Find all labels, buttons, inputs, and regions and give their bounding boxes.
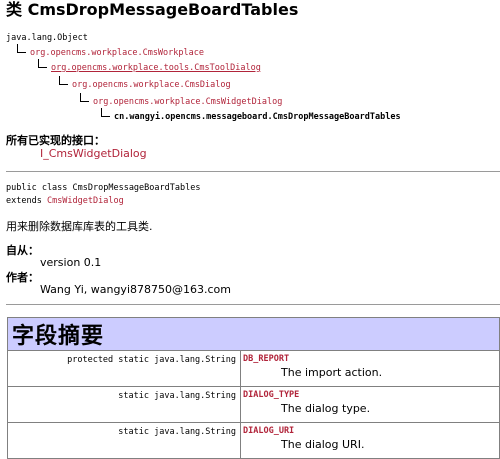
field-summary-title: 字段摘要 bbox=[7, 317, 500, 351]
hierarchy-connector bbox=[80, 93, 89, 102]
author-label: 作者： bbox=[6, 271, 39, 284]
extends-keyword: extends bbox=[6, 196, 47, 206]
hierarchy-connector bbox=[17, 44, 26, 53]
field-description: The dialog URI. bbox=[281, 438, 365, 451]
field-cell: DIALOG_TYPE The dialog type. bbox=[240, 386, 500, 423]
hierarchy-link-cmstooldialog[interactable]: org.opencms.workplace.tools.CmsToolDialo… bbox=[51, 63, 261, 73]
table-row: static java.lang.String DIALOG_TYPE The … bbox=[7, 386, 500, 423]
declaration-line: public class CmsDropMessageBoardTables bbox=[6, 183, 201, 193]
since-value: version 0.1 bbox=[40, 256, 102, 269]
table-row: protected static java.lang.String DB_REP… bbox=[7, 350, 500, 387]
field-cell: DB_REPORT The import action. bbox=[240, 350, 500, 387]
class-declaration: public class CmsDropMessageBoardTables bbox=[6, 183, 200, 193]
author-value: Wang Yi, wangyi878750@163.com bbox=[40, 283, 231, 296]
field-cell: DIALOG_URI The dialog URI. bbox=[240, 422, 500, 459]
hierarchy-connector bbox=[38, 59, 47, 68]
hierarchy-root: java.lang.Object bbox=[6, 33, 88, 43]
field-name-link[interactable]: DIALOG_TYPE bbox=[243, 390, 499, 400]
hierarchy-connector bbox=[101, 108, 110, 117]
field-modifier: static java.lang.String bbox=[7, 422, 241, 459]
field-description: The import action. bbox=[281, 366, 383, 379]
interfaces-label: 所有已实现的接口： bbox=[6, 134, 105, 147]
field-name-link[interactable]: DIALOG_URI bbox=[243, 426, 499, 436]
class-extends: extends CmsWidgetDialog bbox=[6, 196, 124, 206]
field-summary-table: 字段摘要 protected static java.lang.String D… bbox=[7, 317, 500, 459]
hierarchy-link-cmsworkplace[interactable]: org.opencms.workplace.CmsWorkplace bbox=[30, 48, 204, 58]
field-modifier: static java.lang.String bbox=[7, 386, 241, 423]
since-label: 自从： bbox=[6, 244, 39, 257]
hierarchy-current-class: cn.wangyi.opencms.messageboard.CmsDropMe… bbox=[114, 112, 401, 122]
hierarchy-link-cmsdialog[interactable]: org.opencms.workplace.CmsDialog bbox=[72, 80, 231, 90]
class-title: 类 CmsDropMessageBoardTables bbox=[6, 0, 299, 19]
class-description: 用来删除数据库库表的工具类. bbox=[6, 220, 153, 233]
field-modifier: protected static java.lang.String bbox=[7, 350, 241, 387]
field-description: The dialog type. bbox=[281, 402, 371, 415]
hierarchy-connector bbox=[59, 76, 68, 85]
divider bbox=[6, 171, 500, 172]
divider bbox=[6, 304, 500, 305]
parent-class-link[interactable]: CmsWidgetDialog bbox=[47, 196, 124, 206]
interface-link[interactable]: I_CmsWidgetDialog bbox=[40, 147, 147, 160]
hierarchy-link-cmswidgetdialog[interactable]: org.opencms.workplace.CmsWidgetDialog bbox=[93, 97, 282, 107]
field-name-link[interactable]: DB_REPORT bbox=[243, 354, 499, 364]
table-row: static java.lang.String DIALOG_URI The d… bbox=[7, 422, 500, 459]
